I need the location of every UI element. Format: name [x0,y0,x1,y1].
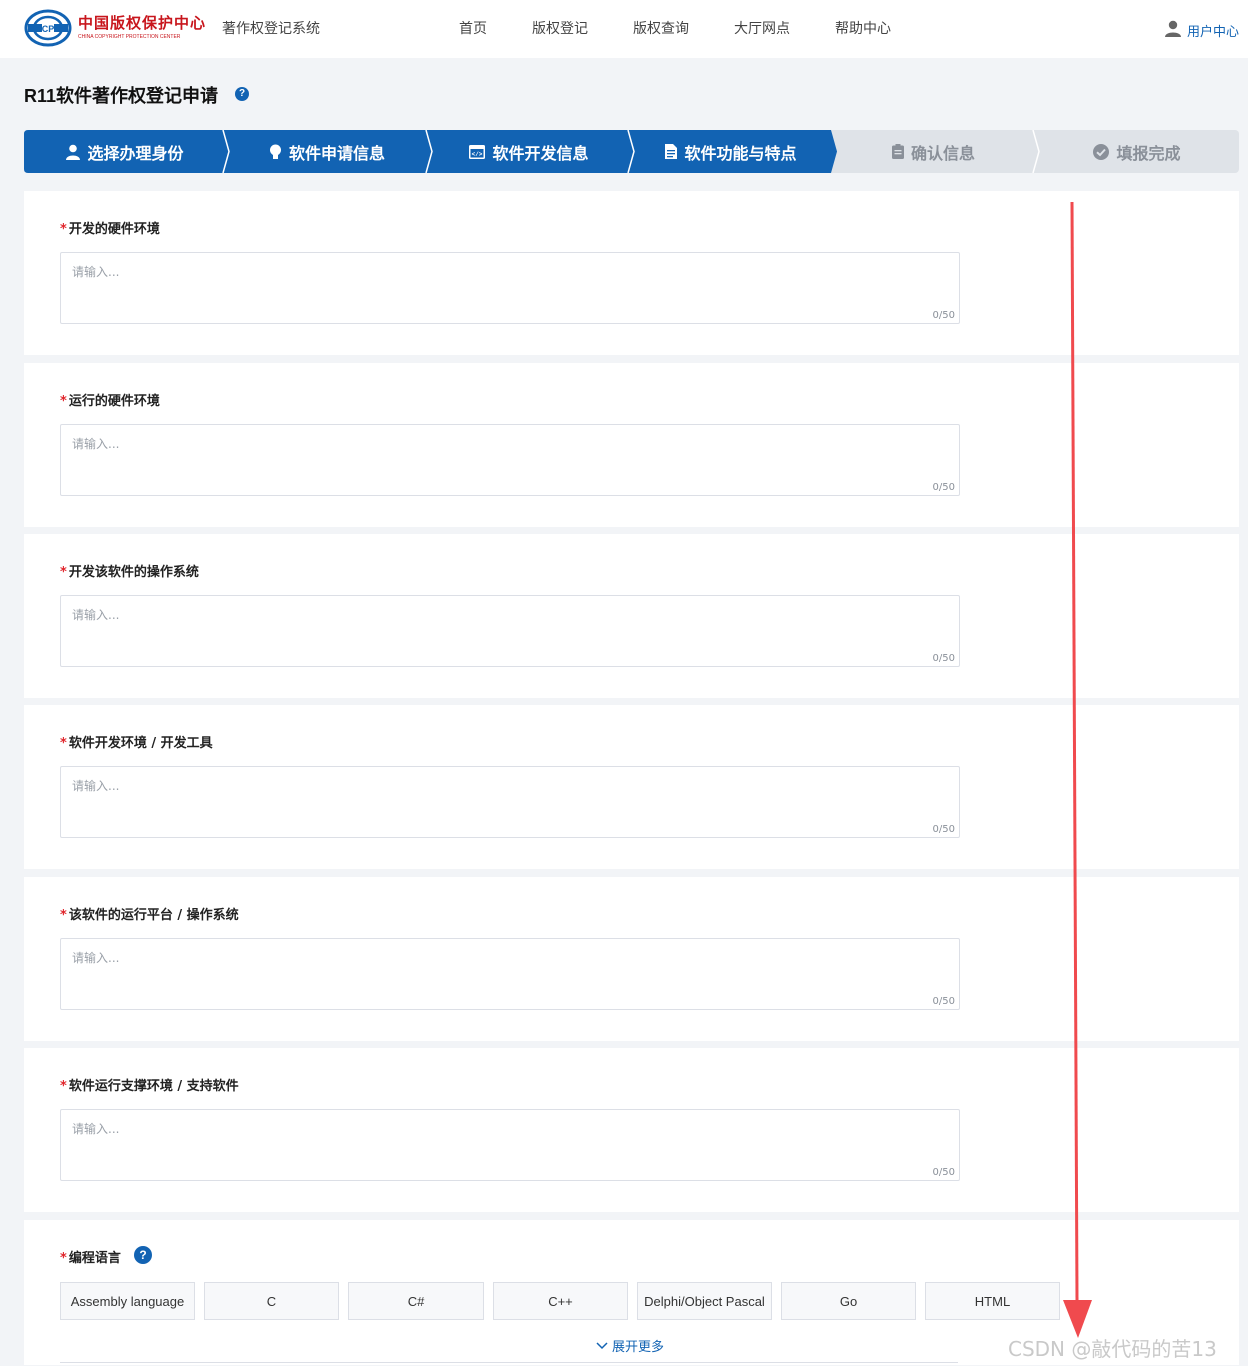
user-icon [66,144,81,160]
input-placeholder: 请输入... [72,1122,120,1136]
field-label: * 该软件的运行平台 / 操作系统 [60,908,239,923]
logo-chinese-name: 中国版权保护中心 [78,14,207,32]
step-features[interactable]: 软件功能与特点 [630,130,832,173]
required-mark: * [60,1079,67,1094]
check-circle-icon [1093,143,1110,160]
field-card-run-hardware: * 运行的硬件环境 请输入... 0/50 [24,363,1239,527]
copyright-center-logo[interactable]: CP [24,8,72,48]
field-label: * 软件运行支撑环境 / 支持软件 [60,1079,239,1094]
step-label: 软件开发信息 [492,143,589,163]
nav-copyright-registration[interactable]: 版权登记 [532,18,588,38]
input-placeholder: 请输入... [72,951,120,965]
field-label: * 开发该软件的操作系统 [60,565,199,580]
step-label: 选择办理身份 [87,143,184,163]
language-option-cpp[interactable]: C++ [493,1282,628,1320]
required-mark: * [60,908,67,923]
step-confirm-info[interactable]: 确认信息 [832,130,1035,173]
step-complete[interactable]: 填报完成 [1035,130,1239,173]
step-label: 确认信息 [910,143,975,163]
char-counter: 0/50 [932,1167,955,1178]
user-center-label: 用户中心 [1187,25,1240,40]
step-label: 软件功能与特点 [684,143,797,163]
field-label: * 软件开发环境 / 开发工具 [60,736,213,751]
field-label: * 编程语言 [60,1251,121,1266]
clipboard-icon [891,144,904,159]
step-select-identity[interactable]: 选择办理身份 [24,130,226,173]
page-help-icon[interactable]: ? [235,87,249,101]
language-option-csharp[interactable]: C# [348,1282,484,1320]
page-title: R11软件著作权登记申请 [24,86,219,106]
system-name: 著作权登记系统 [222,21,320,37]
dev-hardware-input[interactable]: 请输入... 0/50 [60,252,960,324]
required-mark: * [60,736,67,751]
required-mark: * [60,222,67,237]
required-mark: * [60,394,67,409]
language-option-go[interactable]: Go [781,1282,916,1320]
char-counter: 0/50 [932,310,955,321]
language-option-delphi[interactable]: Delphi/Object Pascal [637,1282,772,1320]
nav-service-halls[interactable]: 大厅网点 [734,18,790,38]
char-counter: 0/50 [932,824,955,835]
run-hardware-input[interactable]: 请输入... 0/50 [60,424,960,496]
nav-home[interactable]: 首页 [459,18,487,38]
char-counter: 0/50 [932,482,955,493]
scroll-down-annotation-arrow [1063,201,1092,1338]
language-option-assembly[interactable]: Assembly language [60,1282,195,1320]
input-placeholder: 请输入... [72,608,120,622]
field-card-dev-hardware: * 开发的硬件环境 请输入... 0/50 [24,191,1239,355]
char-counter: 0/50 [932,996,955,1007]
logo-text: 中国版权保护中心 CHINA COPYRIGHT PROTECTION CENT… [78,12,206,40]
dev-tools-input[interactable]: 请输入... 0/50 [60,766,960,838]
step-application-info[interactable]: 软件申请信息 [226,130,428,173]
user-icon [1165,20,1181,37]
language-help-icon[interactable]: ? [134,1246,152,1264]
dev-os-input[interactable]: 请输入... 0/50 [60,595,960,667]
required-mark: * [60,565,67,580]
input-placeholder: 请输入... [72,437,120,451]
input-placeholder: 请输入... [72,779,120,793]
language-option-c[interactable]: C [204,1282,339,1320]
code-window-icon: </> [469,144,486,159]
user-center-link[interactable]: 用户中心 [1165,17,1239,40]
field-card-support-software: * 软件运行支撑环境 / 支持软件 请输入... 0/50 [24,1048,1239,1212]
run-platform-input[interactable]: 请输入... 0/50 [60,938,960,1010]
field-card-dev-tools: * 软件开发环境 / 开发工具 请输入... 0/50 [24,705,1239,869]
logo-english-name: CHINA COPYRIGHT PROTECTION CENTER [78,34,181,40]
nav-copyright-search[interactable]: 版权查询 [633,18,689,38]
top-navigation-bar: CP 中国版权保护中心 CHINA COPYRIGHT PROTECTION C… [0,0,1248,58]
input-placeholder: 请输入... [72,265,120,279]
document-icon [665,144,678,159]
field-card-run-platform: * 该软件的运行平台 / 操作系统 请输入... 0/50 [24,877,1239,1041]
expand-more-label: 展开更多 [612,1340,665,1355]
step-label: 软件申请信息 [288,143,385,163]
expand-more-button[interactable]: 展开更多 [596,1336,664,1355]
lightbulb-icon [269,144,281,159]
svg-text:CP: CP [42,24,55,34]
nav-help-center[interactable]: 帮助中心 [835,18,891,38]
progress-steps: 选择办理身份 软件申请信息 </> 软件开发信息 软件功能与特点 确认信息 填报… [24,130,1239,173]
field-label: * 运行的硬件环境 [60,394,160,409]
support-software-input[interactable]: 请输入... 0/50 [60,1109,960,1181]
chevron-down-icon [596,1341,608,1349]
step-label: 填报完成 [1116,143,1181,163]
field-label: * 开发的硬件环境 [60,222,160,237]
char-counter: 0/50 [932,653,955,664]
field-card-dev-os: * 开发该软件的操作系统 请输入... 0/50 [24,534,1239,698]
next-input-edge [60,1362,958,1366]
step-development-info[interactable]: </> 软件开发信息 [428,130,630,173]
language-option-html[interactable]: HTML [925,1282,1060,1320]
watermark: CSDN @敲代码的苦13 [1008,1337,1217,1361]
required-mark: * [60,1251,67,1266]
svg-text:</>: </> [472,151,483,158]
